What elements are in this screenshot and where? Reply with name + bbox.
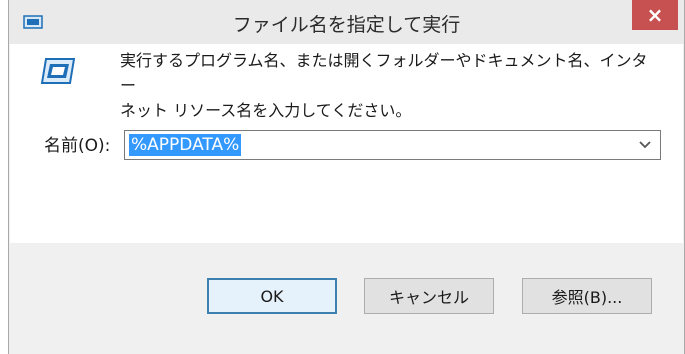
name-input-value[interactable]: %APPDATA% bbox=[129, 134, 242, 156]
window-title: ファイル名を指定して実行 bbox=[232, 14, 461, 36]
name-combobox[interactable]: %APPDATA% bbox=[124, 130, 661, 160]
cancel-button[interactable]: キャンセル bbox=[364, 278, 494, 314]
close-button[interactable]: × bbox=[632, 0, 678, 30]
run-dialog: ファイル名を指定して実行 × 実行するプログラム名、または開くフォルダーやドキュ… bbox=[8, 0, 685, 354]
name-label: 名前(O): bbox=[44, 136, 111, 156]
run-app-icon bbox=[40, 58, 76, 84]
description-line-1: 実行するプログラム名、または開くフォルダーやドキュメント名、インター bbox=[120, 51, 648, 95]
description-line-2: ネット リソース名を入力してください。 bbox=[120, 101, 412, 120]
description-text: 実行するプログラム名、または開くフォルダーやドキュメント名、インター ネット リ… bbox=[120, 48, 660, 123]
browse-button[interactable]: 参照(B)... bbox=[522, 278, 652, 314]
chevron-down-icon[interactable] bbox=[638, 140, 652, 150]
dialog-body: 実行するプログラム名、または開くフォルダーやドキュメント名、インター ネット リ… bbox=[10, 44, 683, 243]
ok-button[interactable]: OK bbox=[207, 278, 337, 314]
close-icon: × bbox=[646, 3, 664, 27]
title-bar[interactable]: ファイル名を指定して実行 × bbox=[9, 0, 684, 44]
